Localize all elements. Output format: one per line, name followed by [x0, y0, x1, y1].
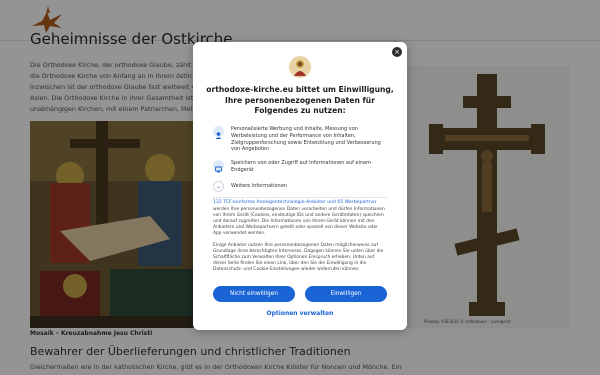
more-info-toggle[interactable]: ⌄ Weitere Informationen: [213, 181, 397, 193]
person-icon: [213, 126, 224, 139]
vendors-link[interactable]: 132 TCF-konforme Anzeigentechnologie-Anb…: [213, 200, 377, 205]
purpose-text: Speichern von oder Zugriff auf Informati…: [231, 160, 372, 173]
device-icon: [213, 160, 224, 173]
manage-options-link[interactable]: Optionen verwalten: [193, 310, 407, 317]
legitimate-interest-paragraph: Einige Anbieter nutzen Ihre personenbezo…: [213, 243, 384, 272]
divider: [213, 197, 387, 198]
close-button[interactable]: ×: [392, 47, 402, 57]
decline-button[interactable]: Nicht einwilligen: [213, 286, 295, 302]
more-info-label: Weitere Informationen: [231, 183, 287, 189]
site-logo-icon: [289, 56, 311, 78]
dialog-title: orthodoxe-kirche.eu bittet um Einwilligu…: [206, 85, 394, 115]
chevron-down-icon: ⌄: [213, 181, 224, 192]
purpose-text: Personalisierte Werbung und Inhalte, Mes…: [231, 126, 381, 153]
accept-button[interactable]: Einwilligen: [305, 286, 387, 302]
data-processing-paragraph: werden Ihre personenbezogenen Daten vera…: [213, 207, 385, 236]
consent-dialog: × orthodoxe-kirche.eu bittet um Einwilli…: [193, 42, 407, 330]
